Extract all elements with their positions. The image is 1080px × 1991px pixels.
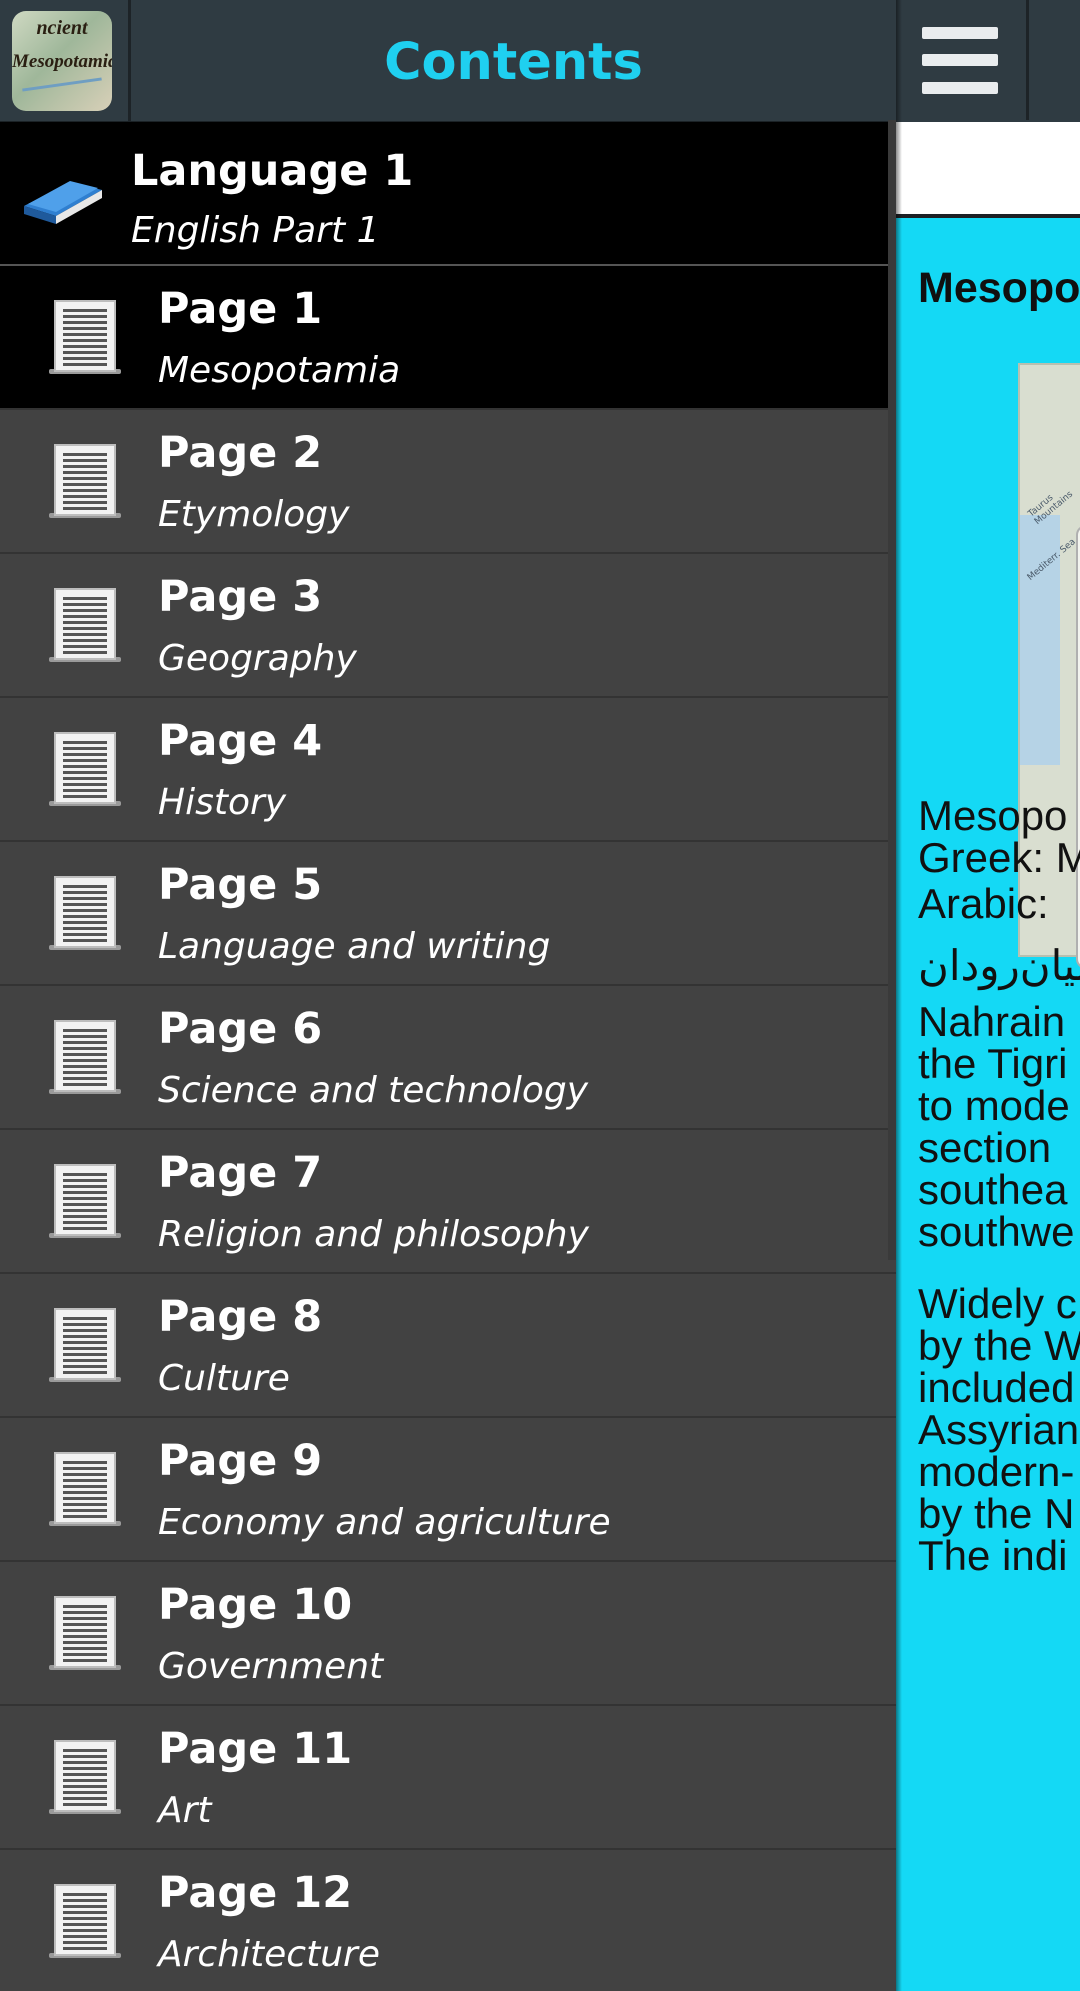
page-document-icon	[45, 1451, 125, 1531]
list-item-title: Page 9	[158, 1436, 323, 1486]
list-item-subtitle: Science and technology	[158, 1070, 589, 1111]
section-title: Language 1	[131, 146, 414, 196]
list-item-title: Page 7	[158, 1148, 323, 1198]
list-item-title: Page 6	[158, 1004, 323, 1054]
menu-button[interactable]	[896, 0, 1028, 120]
navigation-drawer: ncient Mesopotamia Contents Language 1 E…	[0, 0, 896, 1991]
article-text-line: southwe	[918, 1208, 1075, 1255]
drawer-shadow	[896, 0, 902, 1991]
page-document-icon	[45, 1307, 125, 1387]
list-item[interactable]: Page 2 Etymology	[0, 410, 896, 554]
list-item-subtitle: Art	[158, 1790, 212, 1831]
list-item-title: Page 1	[158, 284, 323, 334]
page-document-icon	[45, 731, 125, 811]
list-item[interactable]: Page 3 Geography	[0, 554, 896, 698]
list-item[interactable]: Page 11 Art	[0, 1706, 896, 1850]
list-item[interactable]: Page 10 Government	[0, 1562, 896, 1706]
list-item-subtitle: Geography	[158, 638, 357, 679]
page-document-icon	[45, 1739, 125, 1819]
list-item-subtitle: Mesopotamia	[158, 350, 401, 391]
drawer-title: Contents	[384, 33, 643, 92]
article-text-line: Greek: M	[918, 834, 1080, 881]
list-item-subtitle: Culture	[158, 1358, 290, 1399]
list-item-subtitle: Government	[158, 1646, 384, 1687]
page-document-icon	[45, 443, 125, 523]
list-item-subtitle: Architecture	[158, 1934, 380, 1975]
list-item-title: Page 8	[158, 1292, 323, 1342]
page-document-icon	[45, 1019, 125, 1099]
list-item-subtitle: Etymology	[158, 494, 350, 535]
toolbar-divider	[1026, 0, 1029, 120]
list-item-subtitle: History	[158, 782, 287, 823]
article-header-band	[896, 122, 1080, 218]
list-item-title: Page 5	[158, 860, 323, 910]
list-item[interactable]: Page 7 Religion and philosophy	[0, 1130, 896, 1274]
list-item[interactable]: Page 12 Architecture	[0, 1850, 896, 1991]
main-toolbar	[896, 0, 1080, 123]
list-item-subtitle: Economy and agriculture	[158, 1502, 611, 1543]
list-item-title: Page 11	[158, 1724, 353, 1774]
list-item[interactable]: Page 1 Mesopotamia	[0, 266, 896, 410]
list-item-subtitle: Religion and philosophy	[158, 1214, 589, 1255]
page-document-icon	[45, 1595, 125, 1675]
list-item[interactable]: Page 8 Culture	[0, 1274, 896, 1418]
list-item-title: Page 4	[158, 716, 323, 766]
list-item-title: Page 10	[158, 1580, 353, 1630]
list-item[interactable]: Page 6 Science and technology	[0, 986, 896, 1130]
article-text-line: The indi	[918, 1532, 1068, 1579]
drawer-header: ncient Mesopotamia Contents	[0, 0, 896, 122]
page-document-icon	[45, 1163, 125, 1243]
list-item[interactable]: Page 5 Language and writing	[0, 842, 896, 986]
article-body[interactable]: Mesopo Taurus Mountains Mediterr. Sea Me…	[896, 218, 1080, 1991]
page-document-icon	[45, 875, 125, 955]
page-document-icon	[45, 299, 125, 379]
list-item[interactable]: Page 4 History	[0, 698, 896, 842]
article-text-line: Arabic:	[918, 880, 1049, 927]
article-title: Mesopo	[918, 264, 1080, 312]
list-item-subtitle: Language and writing	[158, 926, 551, 967]
scrollbar[interactable]	[888, 120, 896, 1260]
section-header-language-1[interactable]: Language 1 English Part 1	[0, 122, 896, 266]
list-item-title: Page 12	[158, 1868, 353, 1918]
app-logo-icon[interactable]: ncient Mesopotamia	[12, 11, 112, 111]
article-text-line: میان‌رودان	[918, 942, 1080, 989]
list-item-title: Page 2	[158, 428, 323, 478]
main-content: Mesopo Taurus Mountains Mediterr. Sea Me…	[896, 0, 1080, 1991]
page-document-icon	[45, 587, 125, 667]
section-subtitle: English Part 1	[131, 210, 380, 251]
page-document-icon	[45, 1883, 125, 1963]
list-item[interactable]: Page 9 Economy and agriculture	[0, 1418, 896, 1562]
contents-list: Page 1 Mesopotamia Page 2 Etymology Page 3 Ge…	[0, 266, 896, 1991]
book-icon	[24, 181, 102, 224]
list-item-title: Page 3	[158, 572, 323, 622]
